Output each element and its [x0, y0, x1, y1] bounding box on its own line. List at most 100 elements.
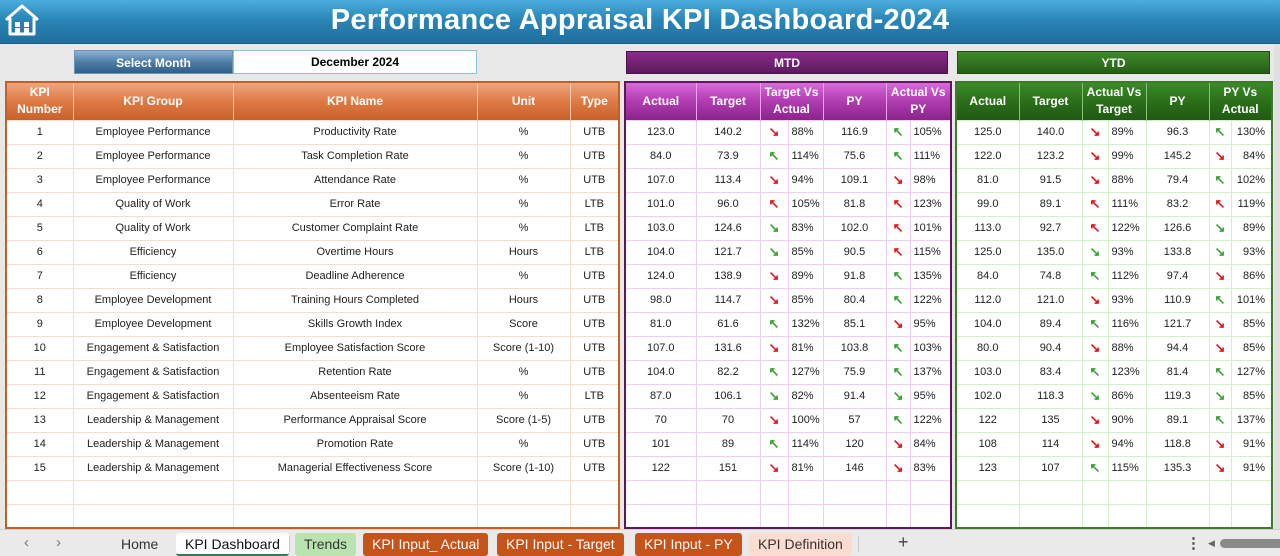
sheet-tab-kpi-input-actual[interactable]: KPI Input_ Actual: [363, 533, 489, 556]
kpi-number-cell[interactable]: 11: [5, 359, 74, 385]
ytd-vs-py-cell[interactable]: 84%: [1230, 143, 1273, 169]
ytd-py-cell[interactable]: 133.8: [1145, 239, 1210, 265]
ytd-vs-py-cell[interactable]: 85%: [1230, 311, 1273, 337]
mtd-py-cell[interactable]: 109.1: [822, 167, 887, 193]
ytd-vs-py-cell[interactable]: 102%: [1230, 167, 1273, 193]
kpi-name-cell[interactable]: [232, 503, 478, 529]
scroll-left-arrow-icon[interactable]: ◀: [1208, 538, 1215, 549]
mtd-target-cell[interactable]: [695, 479, 761, 505]
kpi-unit-cell[interactable]: %: [476, 263, 571, 289]
kpi-unit-cell[interactable]: %: [476, 143, 571, 169]
kpi-group-cell[interactable]: Leadership & Management: [72, 455, 234, 481]
ytd-target-cell[interactable]: [1018, 503, 1083, 529]
ytd-target-vs-actual-cell[interactable]: 86%: [1107, 383, 1147, 409]
kpi-type-cell[interactable]: LTB: [569, 215, 620, 241]
kpi-number-cell[interactable]: 4: [5, 191, 74, 217]
kpi-unit-cell[interactable]: Score (1-5): [476, 407, 571, 433]
ytd-target-vs-actual-cell[interactable]: 88%: [1107, 335, 1147, 361]
ytd-vs-py-cell[interactable]: 137%: [1230, 407, 1273, 433]
add-sheet-button[interactable]: +: [898, 532, 909, 553]
ytd-target-cell[interactable]: 107: [1018, 455, 1083, 481]
mtd-py-cell[interactable]: 116.9: [822, 119, 887, 145]
ytd-actual-cell[interactable]: 99.0: [955, 191, 1020, 217]
kpi-type-cell[interactable]: UTB: [569, 431, 620, 457]
horizontal-scrollbar[interactable]: ◀: [1208, 538, 1280, 549]
mtd-actual-cell[interactable]: 84.0: [624, 143, 697, 169]
ytd-py-cell[interactable]: 96.3: [1145, 119, 1210, 145]
mtd-target-vs-actual-cell[interactable]: 127%: [787, 359, 824, 385]
ytd-target-vs-actual-cell[interactable]: 116%: [1107, 311, 1147, 337]
ytd-py-cell[interactable]: 94.4: [1145, 335, 1210, 361]
kpi-number-cell[interactable]: 1: [5, 119, 74, 145]
mtd-vs-py-cell[interactable]: 95%: [909, 383, 952, 409]
mtd-py-cell[interactable]: 91.8: [822, 263, 887, 289]
mtd-vs-py-cell[interactable]: 137%: [909, 359, 952, 385]
mtd-target-vs-actual-cell[interactable]: 89%: [787, 263, 824, 289]
ytd-py-cell[interactable]: [1145, 503, 1210, 529]
mtd-target-vs-actual-cell[interactable]: 88%: [787, 119, 824, 145]
ytd-vs-py-cell[interactable]: 130%: [1230, 119, 1273, 145]
mtd-actual-cell[interactable]: 104.0: [624, 359, 697, 385]
ytd-py-cell[interactable]: 81.4: [1145, 359, 1210, 385]
ytd-vs-py-cell[interactable]: 91%: [1230, 455, 1273, 481]
mtd-target-cell[interactable]: [695, 503, 761, 529]
mtd-py-cell[interactable]: 91.4: [822, 383, 887, 409]
kpi-group-cell[interactable]: [72, 503, 234, 529]
kpi-type-cell[interactable]: [569, 503, 620, 529]
ytd-py-cell[interactable]: [1145, 479, 1210, 505]
ytd-target-cell[interactable]: 89.1: [1018, 191, 1083, 217]
kpi-type-cell[interactable]: UTB: [569, 311, 620, 337]
kpi-type-cell[interactable]: LTB: [569, 383, 620, 409]
ytd-target-vs-actual-cell[interactable]: 99%: [1107, 143, 1147, 169]
mtd-py-cell[interactable]: 90.5: [822, 239, 887, 265]
sheet-tab-kpi-input-py[interactable]: KPI Input - PY: [635, 533, 742, 556]
ytd-actual-cell[interactable]: 122: [955, 407, 1020, 433]
ytd-py-cell[interactable]: 89.1: [1145, 407, 1210, 433]
kpi-unit-cell[interactable]: Score: [476, 311, 571, 337]
mtd-actual-cell[interactable]: 123.0: [624, 119, 697, 145]
kpi-group-cell[interactable]: Employee Performance: [72, 119, 234, 145]
month-dropdown[interactable]: December 2024: [233, 50, 477, 74]
ytd-target-cell[interactable]: [1018, 479, 1083, 505]
kpi-type-cell[interactable]: UTB: [569, 287, 620, 313]
kpi-number-cell[interactable]: 10: [5, 335, 74, 361]
mtd-actual-cell[interactable]: 107.0: [624, 167, 697, 193]
ytd-vs-py-cell[interactable]: 101%: [1230, 287, 1273, 313]
kpi-type-cell[interactable]: UTB: [569, 119, 620, 145]
ytd-actual-cell[interactable]: 103.0: [955, 359, 1020, 385]
next-sheet-arrow[interactable]: ›: [56, 534, 61, 551]
scrollbar-thumb[interactable]: [1220, 539, 1280, 548]
mtd-actual-cell[interactable]: 101.0: [624, 191, 697, 217]
mtd-target-vs-actual-cell[interactable]: 132%: [787, 311, 824, 337]
mtd-target-cell[interactable]: 89: [695, 431, 761, 457]
ytd-vs-py-cell[interactable]: 93%: [1230, 239, 1273, 265]
kpi-group-cell[interactable]: [72, 479, 234, 505]
kpi-group-cell[interactable]: Leadership & Management: [72, 431, 234, 457]
kpi-name-cell[interactable]: Overtime Hours: [232, 239, 478, 265]
ytd-py-cell[interactable]: 83.2: [1145, 191, 1210, 217]
ytd-actual-cell[interactable]: [955, 479, 1020, 505]
mtd-vs-py-cell[interactable]: [909, 479, 952, 505]
kpi-group-cell[interactable]: Engagement & Satisfaction: [72, 383, 234, 409]
ytd-py-cell[interactable]: 97.4: [1145, 263, 1210, 289]
mtd-py-cell[interactable]: [822, 503, 887, 529]
mtd-actual-cell[interactable]: [624, 503, 697, 529]
more-options-icon[interactable]: ⋮: [1186, 534, 1201, 552]
ytd-target-vs-actual-cell[interactable]: 90%: [1107, 407, 1147, 433]
mtd-actual-cell[interactable]: 122: [624, 455, 697, 481]
ytd-target-cell[interactable]: 89.4: [1018, 311, 1083, 337]
ytd-py-cell[interactable]: 79.4: [1145, 167, 1210, 193]
mtd-vs-py-cell[interactable]: 105%: [909, 119, 952, 145]
ytd-actual-cell[interactable]: 125.0: [955, 119, 1020, 145]
kpi-type-cell[interactable]: [569, 479, 620, 505]
kpi-unit-cell[interactable]: %: [476, 431, 571, 457]
ytd-vs-py-cell[interactable]: 127%: [1230, 359, 1273, 385]
kpi-name-cell[interactable]: Productivity Rate: [232, 119, 478, 145]
kpi-unit-cell[interactable]: %: [476, 215, 571, 241]
mtd-target-cell[interactable]: 140.2: [695, 119, 761, 145]
mtd-target-vs-actual-cell[interactable]: [787, 479, 824, 505]
ytd-target-vs-actual-cell[interactable]: 115%: [1107, 455, 1147, 481]
ytd-actual-cell[interactable]: 84.0: [955, 263, 1020, 289]
mtd-target-cell[interactable]: 114.7: [695, 287, 761, 313]
kpi-number-cell[interactable]: [5, 479, 74, 505]
